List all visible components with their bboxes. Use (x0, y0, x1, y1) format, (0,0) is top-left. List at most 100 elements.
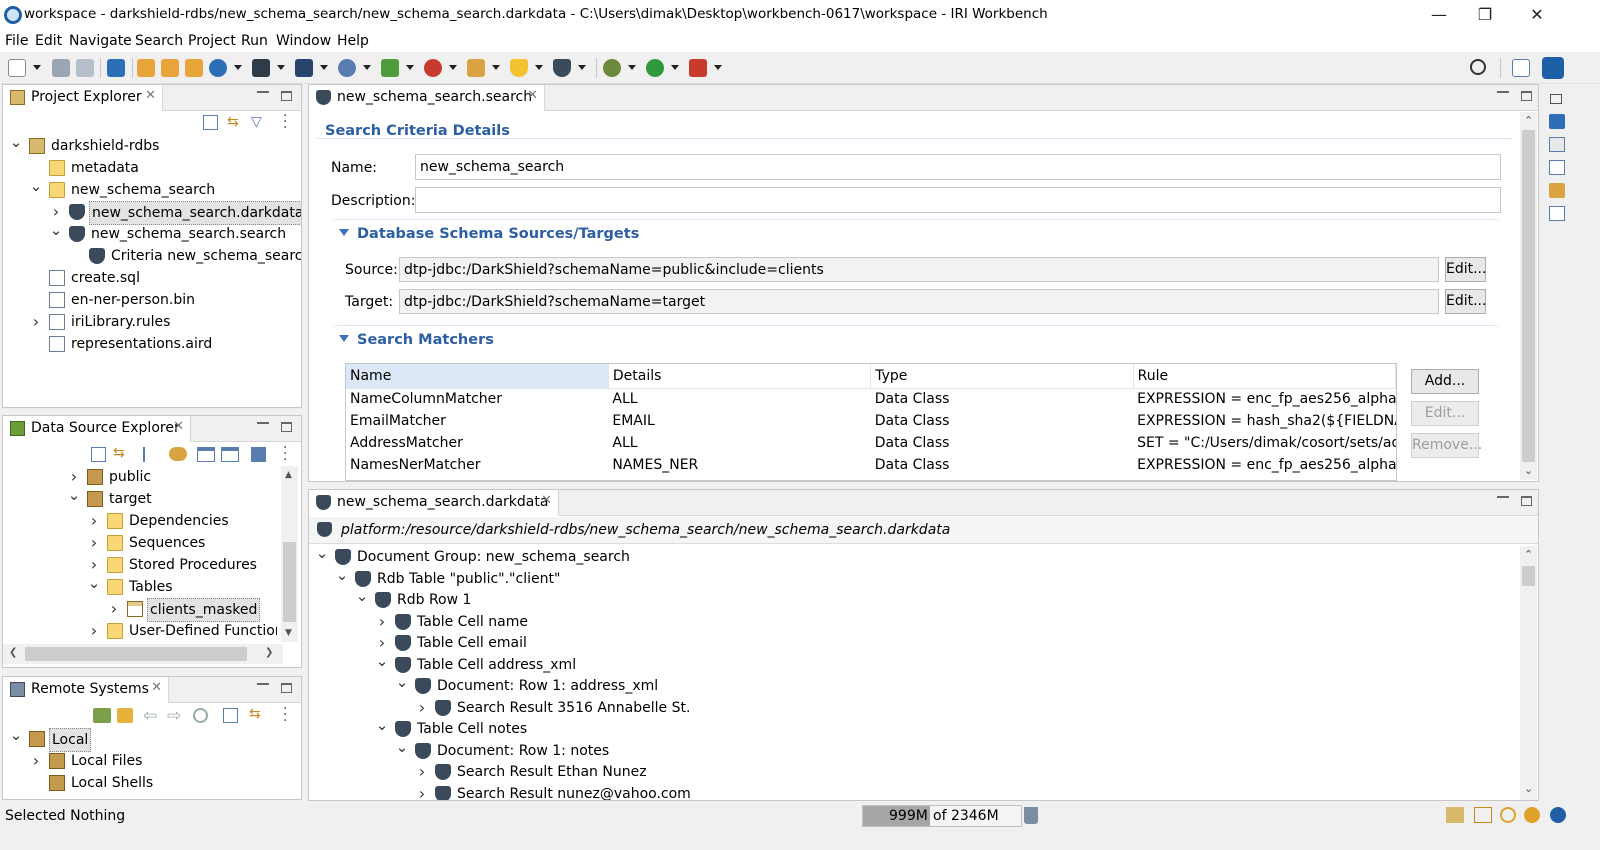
transform-dropdown-icon[interactable] (320, 65, 328, 70)
transform-icon[interactable] (295, 59, 313, 77)
debug-dropdown-icon[interactable] (628, 65, 636, 70)
maximize-editor-icon[interactable] (1521, 496, 1532, 506)
tab-project-explorer[interactable]: Project Explorer ✕ (3, 85, 163, 111)
save-icon[interactable] (52, 59, 70, 77)
tab-data-source-explorer[interactable]: Data Source Explorer ✕ (3, 416, 191, 442)
menu-run[interactable]: Run (241, 33, 268, 49)
import-icon[interactable] (197, 447, 215, 462)
external-tools-dropdown-icon[interactable] (714, 65, 722, 70)
outline-view-icon[interactable] (1549, 160, 1565, 175)
problems-view-icon[interactable] (1549, 206, 1565, 221)
collapse-chevron-icon[interactable]: ⌄ (9, 724, 23, 746)
hierarchy-icon[interactable] (143, 447, 157, 462)
expand-chevron-icon[interactable]: › (415, 761, 429, 783)
expand-chevron-icon[interactable]: › (87, 510, 101, 532)
open-perspective-icon[interactable] (1512, 59, 1530, 77)
restore-button[interactable]: ❐ (1462, 0, 1508, 30)
export-icon[interactable] (221, 447, 239, 462)
close-tab-icon[interactable]: ✕ (541, 493, 552, 508)
view-menu-icon[interactable]: · · · (283, 702, 289, 728)
forward-icon[interactable]: ⇨ (167, 706, 181, 726)
save-profile-icon[interactable] (251, 447, 266, 462)
tab-search-editor[interactable]: new_schema_search.search ✕ (309, 85, 545, 111)
view-menu-icon[interactable]: · · · (283, 441, 289, 467)
tab-remote-systems[interactable]: Remote Systems ✕ (3, 677, 169, 703)
maximize-view-icon[interactable] (281, 683, 292, 693)
sources-section-toggle[interactable]: Database Schema Sources/Targets (339, 226, 639, 242)
expand-chevron-icon[interactable]: › (415, 783, 429, 801)
menu-project[interactable]: Project (188, 33, 236, 49)
collapse-chevron-icon[interactable]: ⌄ (49, 219, 63, 241)
iri-perspective-icon[interactable] (1542, 57, 1564, 79)
edit-matcher-button[interactable]: Edit... (1411, 401, 1479, 426)
properties-view-icon[interactable] (1549, 137, 1565, 152)
darkdata-scrollbar[interactable]: ⌃ ⌄ (1520, 546, 1537, 800)
target-edit-button[interactable]: Edit... (1445, 289, 1486, 314)
database-icon[interactable] (381, 59, 399, 77)
new-dropdown-icon[interactable] (33, 65, 41, 70)
expand-chevron-icon[interactable]: › (87, 532, 101, 554)
darkshield-dropdown-icon[interactable] (578, 65, 586, 70)
link-editor-icon[interactable]: ⇆ (249, 707, 267, 722)
refresh-icon[interactable] (117, 708, 133, 723)
name-input[interactable]: new_schema_search (415, 154, 1501, 180)
description-input[interactable] (415, 187, 1501, 213)
iri-wizard-dropdown-icon[interactable] (234, 65, 242, 70)
mask-shield-icon[interactable] (510, 59, 528, 77)
expand-chevron-icon[interactable]: › (29, 750, 43, 772)
dse-scroll-thumb[interactable] (283, 542, 296, 622)
connect-icon[interactable] (169, 447, 187, 461)
open-data-icon[interactable] (161, 59, 179, 77)
console-view-icon[interactable] (1549, 114, 1565, 129)
info-icon[interactable] (1550, 807, 1566, 823)
console-icon[interactable] (107, 59, 125, 77)
back-icon[interactable]: ⇦ (143, 706, 157, 726)
column-header-rule[interactable]: Rule (1133, 364, 1396, 389)
maximize-view-icon[interactable] (281, 422, 292, 432)
collapse-chevron-icon[interactable]: ⌄ (87, 572, 101, 594)
minimize-editor-icon[interactable] (1497, 91, 1509, 94)
external-tools-icon[interactable] (689, 59, 707, 77)
link-editor-icon[interactable]: ⇆ (113, 446, 131, 461)
menu-navigate[interactable]: Navigate (69, 33, 132, 49)
minimize-view-icon[interactable] (257, 91, 269, 94)
minimize-button[interactable]: — (1416, 0, 1462, 30)
expand-chevron-icon[interactable]: › (375, 611, 389, 633)
report-icon[interactable] (467, 59, 485, 77)
tasks-view-icon[interactable] (1549, 183, 1565, 198)
home-icon[interactable] (193, 708, 208, 723)
collapse-chevron-icon[interactable]: ⌄ (29, 175, 43, 197)
menu-search[interactable]: Search (135, 33, 183, 49)
progress-view-icon[interactable] (1446, 807, 1464, 823)
menu-window[interactable]: Window (276, 33, 331, 49)
define-connection-icon[interactable] (93, 708, 111, 723)
collapse-chevron-icon[interactable]: ⌄ (335, 564, 349, 586)
table-row[interactable]: AddressMatcher ALL Data Class SET = "C:/Use… (346, 432, 1396, 454)
cleanse-icon[interactable] (252, 59, 270, 77)
debug-icon[interactable] (603, 59, 621, 77)
close-tab-icon[interactable]: ✕ (145, 88, 156, 103)
clock-icon[interactable] (1524, 807, 1540, 823)
expand-chevron-icon[interactable]: › (107, 598, 121, 620)
iri-wizard-icon[interactable] (209, 59, 227, 77)
column-header-type[interactable]: Type (870, 364, 1134, 389)
compass-icon[interactable] (1500, 807, 1516, 823)
maximize-view-icon[interactable] (281, 91, 292, 101)
dse-vertical-scrollbar[interactable]: ▲ ▼ (281, 466, 298, 642)
cleanse-dropdown-icon[interactable] (277, 65, 285, 70)
run-dropdown-icon[interactable] (671, 65, 679, 70)
column-header-details[interactable]: Details (608, 364, 872, 389)
maximize-editor-icon[interactable] (1521, 91, 1532, 101)
collapse-chevron-icon[interactable]: ⌄ (315, 546, 329, 564)
heap-status[interactable]: 999M of 2346M (862, 805, 1022, 827)
collapse-chevron-icon[interactable]: ⌄ (67, 484, 81, 506)
expand-chevron-icon[interactable]: › (29, 311, 43, 333)
garbage-collect-icon[interactable] (1024, 807, 1038, 824)
darkshield-icon[interactable] (553, 59, 571, 77)
menu-file[interactable]: File (5, 33, 28, 49)
close-button[interactable]: ✕ (1514, 0, 1560, 30)
restore-stack-icon[interactable] (1550, 94, 1562, 104)
expand-chevron-icon[interactable]: › (415, 697, 429, 719)
search-editor-scroll-thumb[interactable] (1522, 130, 1535, 462)
table-row[interactable]: EmailMatcher EMAIL Data Class EXPRESSION = … (346, 410, 1396, 432)
